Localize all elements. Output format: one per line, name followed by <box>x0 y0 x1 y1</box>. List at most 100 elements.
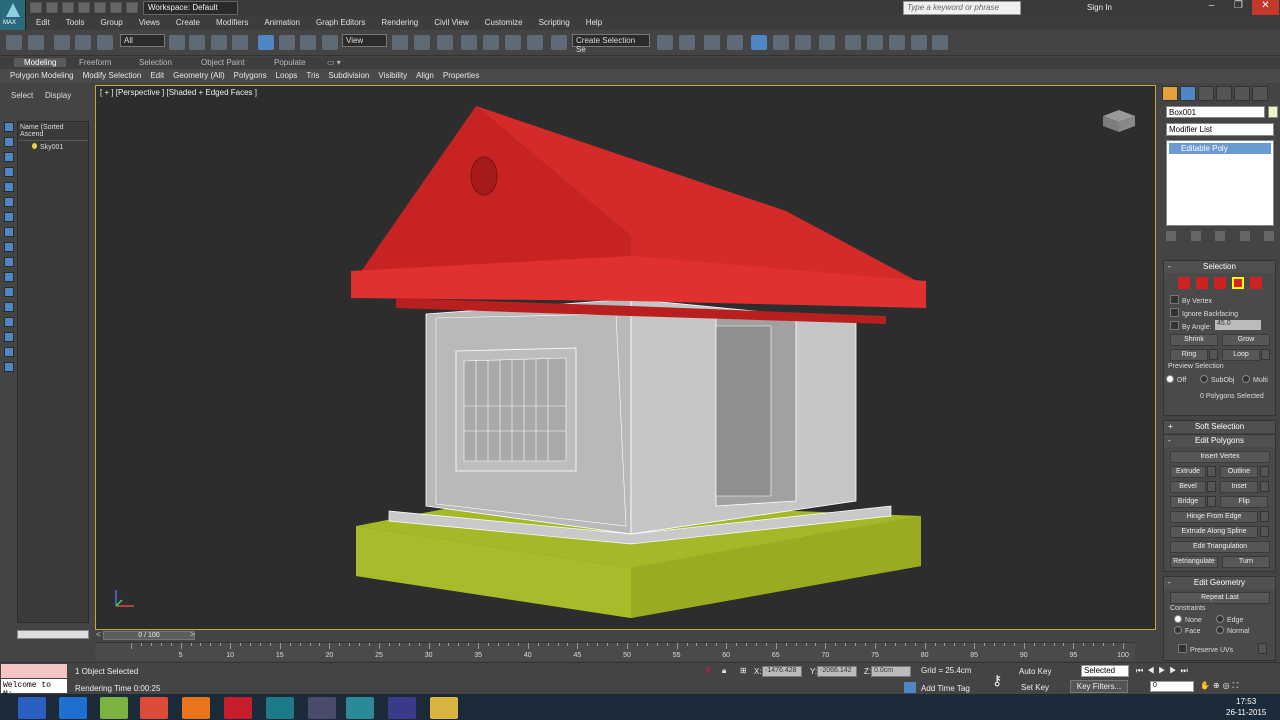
outline-settings-icon[interactable] <box>1260 466 1269 477</box>
key-icon[interactable]: ⚷ <box>992 672 1002 689</box>
selection-rollout-header[interactable]: - Selection <box>1164 261 1275 273</box>
set-key-button[interactable]: Set Key <box>1021 683 1049 692</box>
edit-geometry-header[interactable]: - Edit Geometry <box>1164 577 1275 589</box>
angle-spinner[interactable]: 45.0 <box>1215 320 1261 330</box>
z-coordinate-field[interactable]: 0.0cm <box>871 666 911 677</box>
constraint-none-radio[interactable]: None <box>1174 615 1202 624</box>
bevel-settings-icon[interactable] <box>1207 481 1216 492</box>
time-tag-icon[interactable] <box>904 682 916 693</box>
save-icon[interactable] <box>62 2 74 13</box>
hinge-from-edge-button[interactable]: Hinge From Edge <box>1170 511 1258 523</box>
constraint-edge-radio[interactable]: Edge <box>1216 615 1243 624</box>
system-clock[interactable]: 17:53 26-11-2015 <box>1226 696 1266 718</box>
menu-create[interactable]: Create <box>166 16 206 30</box>
window-crossing-icon[interactable] <box>232 35 248 50</box>
revit-icon[interactable] <box>308 697 336 719</box>
outline-button[interactable]: Outline <box>1220 466 1258 478</box>
move-icon[interactable] <box>258 35 274 50</box>
filter-icon[interactable] <box>4 152 14 162</box>
filter-icon[interactable] <box>4 212 14 222</box>
filter-icon[interactable] <box>4 227 14 237</box>
time-next-icon[interactable]: > <box>190 630 195 639</box>
filter-icon[interactable] <box>4 167 14 177</box>
utilities-tab-icon[interactable] <box>1252 86 1268 101</box>
scene-tree-header[interactable]: Name (Sorted Ascend <box>18 122 88 141</box>
bevel-button[interactable]: Bevel <box>1170 481 1206 493</box>
angle-snap-icon[interactable] <box>483 35 499 50</box>
house-model[interactable] <box>96 86 1156 630</box>
rect-selection-icon[interactable] <box>211 35 227 50</box>
menu-scripting[interactable]: Scripting <box>529 16 576 30</box>
perspective-viewport[interactable]: [ + ] [Perspective ] [Shaded + Edged Fac… <box>95 85 1156 630</box>
filter-icon[interactable] <box>4 137 14 147</box>
object-name-field[interactable]: Box001 <box>1166 106 1265 118</box>
layer-explorer-icon[interactable] <box>704 35 720 50</box>
ribbon-edit[interactable]: Edit <box>144 69 167 83</box>
manipulate-icon[interactable] <box>414 35 430 50</box>
cinema4d-icon[interactable] <box>388 697 416 719</box>
hinge-settings-icon[interactable] <box>1260 511 1269 522</box>
filter-icon[interactable] <box>4 257 14 267</box>
ribbon-tris[interactable]: Tris <box>300 69 322 83</box>
absolute-mode-icon[interactable]: ⊞ <box>740 666 747 675</box>
loop-button[interactable]: Loop <box>1222 349 1260 361</box>
preview-subobj-radio[interactable]: SubObj <box>1200 375 1234 384</box>
selection-filter-dropdown[interactable]: All <box>120 34 165 47</box>
bridge-button[interactable]: Bridge <box>1170 496 1206 508</box>
x-coordinate-field[interactable]: -1476.428 <box>762 666 802 677</box>
hierarchy-tab-icon[interactable] <box>1198 86 1214 101</box>
named-selection-dropdown[interactable]: Create Selection Se <box>572 34 650 54</box>
maxscript-listener[interactable] <box>1 664 67 678</box>
rendered-frame-window-icon[interactable] <box>845 35 861 50</box>
border-mode-icon[interactable] <box>1214 277 1226 289</box>
render-production-icon[interactable] <box>867 35 883 50</box>
preview-multi-radio[interactable]: Multi <box>1242 375 1268 384</box>
scene-explorer-scrollbar[interactable] <box>17 630 89 639</box>
lock-icon[interactable]: 🔒︎ <box>722 666 726 676</box>
tab-selection[interactable]: Selection <box>139 58 172 67</box>
filter-icon[interactable] <box>4 317 14 327</box>
ring-spinner[interactable] <box>1209 349 1218 360</box>
extrude-settings-icon[interactable] <box>1207 466 1216 477</box>
key-filters-button[interactable]: Key Filters... <box>1070 680 1128 693</box>
menu-help[interactable]: Help <box>576 16 608 30</box>
time-prev-icon[interactable]: < <box>96 630 101 639</box>
filter-icon[interactable] <box>4 272 14 282</box>
modify-tab-icon[interactable] <box>1180 86 1196 101</box>
restore-button[interactable]: ❐ <box>1225 0 1252 15</box>
menu-edit[interactable]: Edit <box>26 16 56 30</box>
flip-button[interactable]: Flip <box>1220 496 1268 508</box>
schematic-view-icon[interactable] <box>773 35 789 50</box>
edit-triangulation-button[interactable]: Edit Triangulation <box>1170 541 1270 553</box>
preview-off-radio[interactable]: Off <box>1166 375 1186 384</box>
bind-space-warp-icon[interactable] <box>97 35 113 50</box>
ie-icon[interactable] <box>59 697 87 719</box>
ribbon-polygons[interactable]: Polygons <box>228 69 270 83</box>
filter-icon[interactable] <box>4 122 14 132</box>
chrome-icon[interactable] <box>140 697 168 719</box>
shrink-button[interactable]: Shrink <box>1170 334 1218 346</box>
object-color-swatch[interactable] <box>1268 106 1278 118</box>
current-frame-field[interactable]: 0 <box>1150 681 1194 692</box>
tab-object-paint[interactable]: Object Paint <box>201 58 245 67</box>
constraint-normal-radio[interactable]: Normal <box>1216 626 1250 635</box>
tab-freeform[interactable]: Freeform <box>79 58 111 67</box>
time-slider[interactable]: 0 / 100 <box>103 631 195 640</box>
edit-named-selection-icon[interactable] <box>551 35 567 50</box>
grow-button[interactable]: Grow <box>1222 334 1270 346</box>
extrude-button[interactable]: Extrude <box>1170 466 1206 478</box>
pivot-icon[interactable] <box>392 35 408 50</box>
edit-polygons-header[interactable]: - Edit Polygons <box>1164 435 1275 447</box>
rotate-icon[interactable] <box>279 35 295 50</box>
render-iterative-icon[interactable] <box>889 35 905 50</box>
open-icon[interactable] <box>46 2 58 13</box>
ribbon-subdivision[interactable]: Subdivision <box>322 69 372 83</box>
stack-item-editable-poly[interactable]: Editable Poly <box>1169 143 1271 154</box>
ribbon-geometry-all[interactable]: Geometry (All) <box>167 69 228 83</box>
reference-coordinate-dropdown[interactable]: View <box>342 34 387 47</box>
minimize-button[interactable]: – <box>1198 0 1225 15</box>
filter-icon[interactable] <box>4 302 14 312</box>
motion-tab-icon[interactable] <box>1216 86 1232 101</box>
filter-icon[interactable] <box>4 332 14 342</box>
retriangulate-button[interactable]: Retriangulate <box>1170 556 1218 568</box>
